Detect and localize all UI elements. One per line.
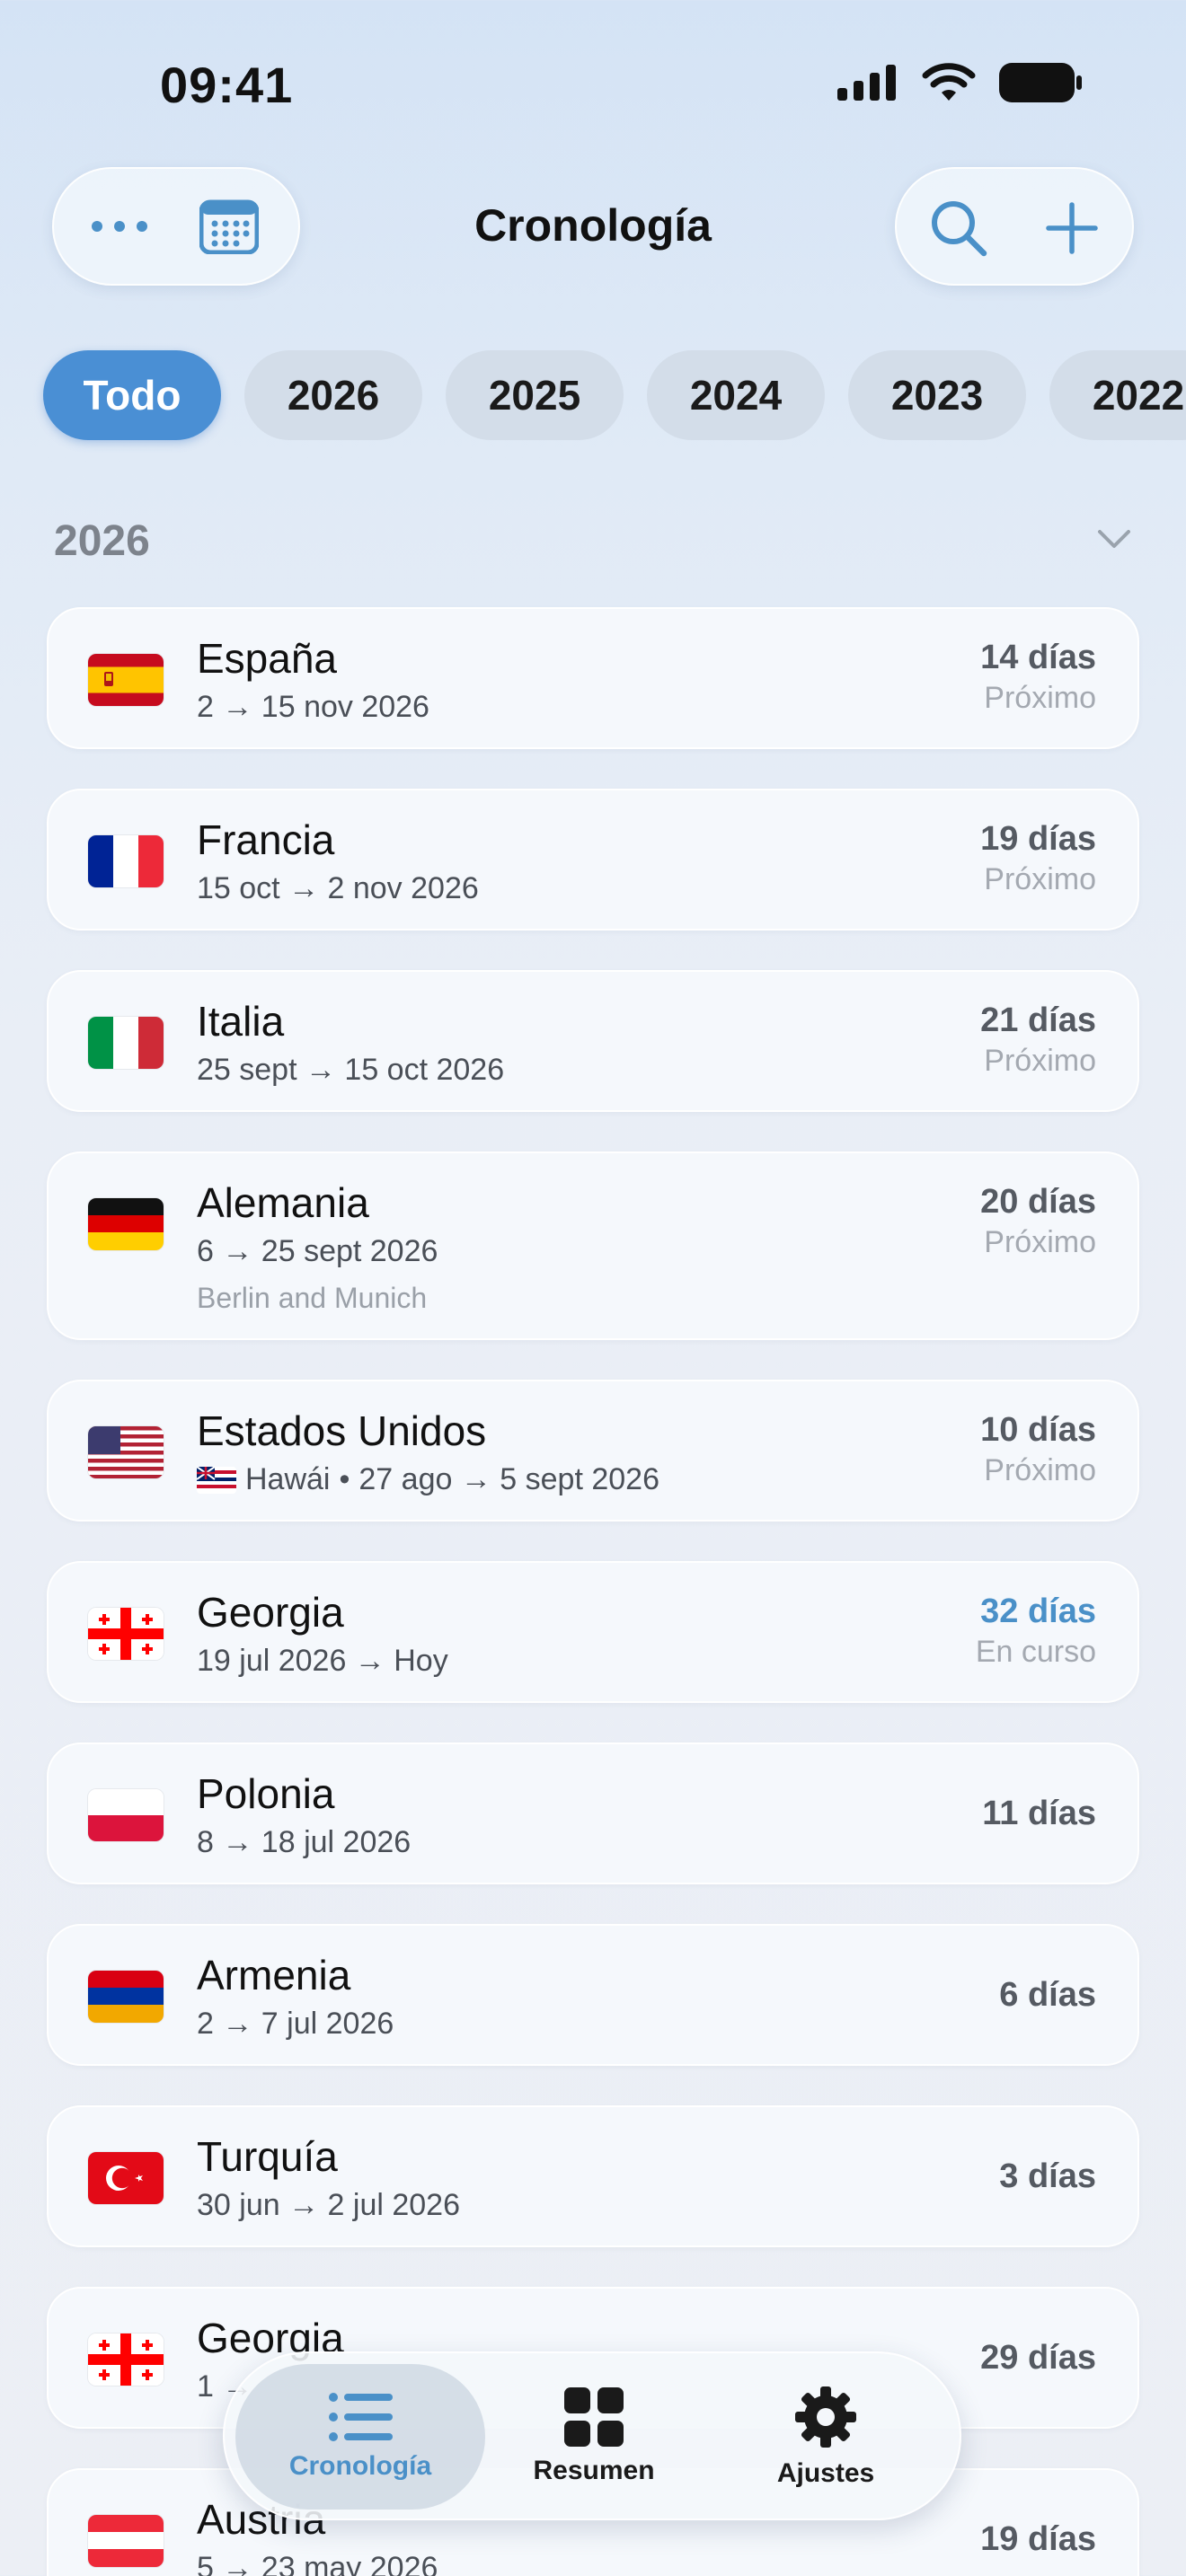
trip-region: Hawái — [245, 1462, 331, 1496]
status-icons — [836, 63, 1082, 102]
georgia-flag-icon — [88, 2333, 164, 2386]
austria-flag-icon — [88, 2515, 164, 2567]
trip-card[interactable]: Estados Unidos Hawái • 27 ago → 5 sept 2… — [47, 1380, 1139, 1522]
trip-country: Estados Unidos — [197, 1407, 487, 1454]
status-time: 09:41 — [160, 57, 294, 113]
trip-dates: 5 → 23 may 2026 — [197, 2551, 438, 2576]
trip-dates: 25 sept → 15 oct 2026 — [197, 1053, 505, 1087]
trip-country: Alemania — [197, 1179, 369, 1226]
wifi-icon — [922, 63, 976, 101]
tab-ajustes[interactable]: Ajustes — [701, 2364, 951, 2510]
gear-icon — [795, 2386, 856, 2448]
filter-chip-todo[interactable]: Todo — [43, 350, 221, 440]
trip-card[interactable]: Turquía 30 jun → 2 jul 2026 3 días — [47, 2105, 1139, 2247]
trip-country: España — [197, 635, 338, 682]
cellular-signal-icon — [837, 65, 896, 101]
trip-country: Georgia — [197, 1589, 344, 1636]
trip-card[interactable]: España 2 → 15 nov 2026 14 días Próximo — [47, 607, 1139, 749]
trip-country: Francia — [197, 816, 335, 863]
trip-dates: 2 → 15 nov 2026 — [197, 690, 429, 724]
search-icon — [932, 201, 987, 257]
trip-days: 21 días — [980, 1001, 1096, 1039]
grid-icon — [564, 2387, 624, 2447]
tab-cronologia[interactable]: Cronología — [235, 2364, 485, 2510]
section-year-header: 2026 — [54, 517, 150, 565]
trip-status: Próximo — [984, 681, 1096, 715]
tab-resumen[interactable]: Resumen — [469, 2364, 719, 2510]
navigation-bar: Cronología — [0, 162, 1186, 287]
tab-label: Resumen — [533, 2456, 655, 2485]
trip-card[interactable]: Armenia 2 → 7 jul 2026 6 días — [47, 1924, 1139, 2066]
trip-dates: 2 → 7 jul 2026 — [197, 2007, 394, 2041]
trip-dates: 27 ago → 5 sept 2026 — [358, 1462, 659, 1496]
usa-flag-icon — [88, 1426, 164, 1478]
trip-status: En curso — [975, 1635, 1096, 1669]
spain-flag-icon — [88, 654, 164, 706]
trip-country: Armenia — [197, 1952, 351, 1998]
trip-status: Próximo — [984, 1225, 1096, 1259]
trip-days: 19 días — [980, 820, 1096, 858]
trip-days: 14 días — [980, 639, 1096, 676]
filter-chip-2023[interactable]: 2023 — [848, 350, 1026, 440]
trip-days: 32 días — [980, 1592, 1096, 1630]
plus-icon — [1046, 202, 1098, 254]
poland-flag-icon — [88, 1789, 164, 1841]
filter-chip-2022[interactable]: 2022 — [1049, 350, 1186, 440]
chevron-down-icon — [1098, 530, 1130, 548]
tab-label: Cronología — [288, 2451, 432, 2481]
georgia-flag-icon — [88, 1608, 164, 1660]
trip-country: Turquía — [197, 2133, 338, 2180]
filter-chip-2025[interactable]: 2025 — [446, 350, 624, 440]
separator-dot: • — [339, 1462, 350, 1496]
france-flag-icon — [88, 835, 164, 887]
germany-flag-icon — [88, 1198, 164, 1250]
section-collapse-button[interactable] — [1096, 528, 1132, 554]
trip-card[interactable]: Alemania 6 → 25 sept 2026 Berlin and Mun… — [47, 1151, 1139, 1340]
trip-card[interactable]: Georgia 19 jul 2026 → Hoy 32 días En cur… — [47, 1561, 1139, 1703]
trip-days: 6 días — [999, 1975, 1096, 2014]
trip-dates: 19 jul 2026 → Hoy — [197, 1644, 448, 1678]
italy-flag-icon — [88, 1017, 164, 1069]
battery-icon — [999, 63, 1082, 102]
trip-status: Próximo — [984, 1453, 1096, 1487]
trip-days: 29 días — [980, 2338, 1096, 2377]
trip-days: 11 días — [982, 1794, 1096, 1832]
trip-dates: 6 → 25 sept 2026 — [197, 1234, 438, 1268]
status-bar: 09:41 — [0, 0, 1186, 171]
turkey-flag-icon — [88, 2152, 164, 2204]
armenia-flag-icon — [88, 1971, 164, 2023]
trip-dates: 30 jun → 2 jul 2026 — [197, 2188, 460, 2222]
list-icon — [329, 2393, 393, 2441]
filter-chip-2026[interactable]: 2026 — [244, 350, 422, 440]
trip-card[interactable]: Italia 25 sept → 15 oct 2026 21 días Pró… — [47, 970, 1139, 1112]
filter-chip-2024[interactable]: 2024 — [647, 350, 825, 440]
trip-days: 10 días — [980, 1411, 1096, 1449]
tab-label: Ajustes — [776, 2458, 875, 2488]
trip-status: Próximo — [984, 1044, 1096, 1078]
trip-dates-row: Hawái • 27 ago → 5 sept 2026 — [197, 1462, 659, 1497]
add-trip-button[interactable] — [1022, 185, 1121, 271]
trip-dates: 8 → 18 jul 2026 — [197, 1825, 412, 1859]
trip-note: Berlin and Munich — [197, 1282, 428, 1314]
search-button[interactable] — [909, 185, 1008, 271]
trip-card[interactable]: Francia 15 oct → 2 nov 2026 19 días Próx… — [47, 789, 1139, 931]
trip-dates: 15 oct → 2 nov 2026 — [197, 871, 479, 905]
year-filter-bar: Todo 2026 2025 2024 2023 2022 — [43, 350, 1186, 440]
trip-country: Italia — [197, 998, 285, 1045]
trip-status: Próximo — [984, 862, 1096, 896]
trip-card[interactable]: Polonia 8 → 18 jul 2026 11 días — [47, 1742, 1139, 1884]
trip-country: Polonia — [197, 1770, 335, 1817]
trip-days: 20 días — [980, 1183, 1096, 1221]
hawaii-flag-icon — [197, 1466, 236, 1494]
tab-bar: Cronología Resumen Ajustes — [223, 2351, 961, 2520]
right-actions-pill — [895, 167, 1134, 286]
trip-days: 19 días — [980, 2519, 1096, 2558]
trip-days: 3 días — [999, 2157, 1096, 2195]
